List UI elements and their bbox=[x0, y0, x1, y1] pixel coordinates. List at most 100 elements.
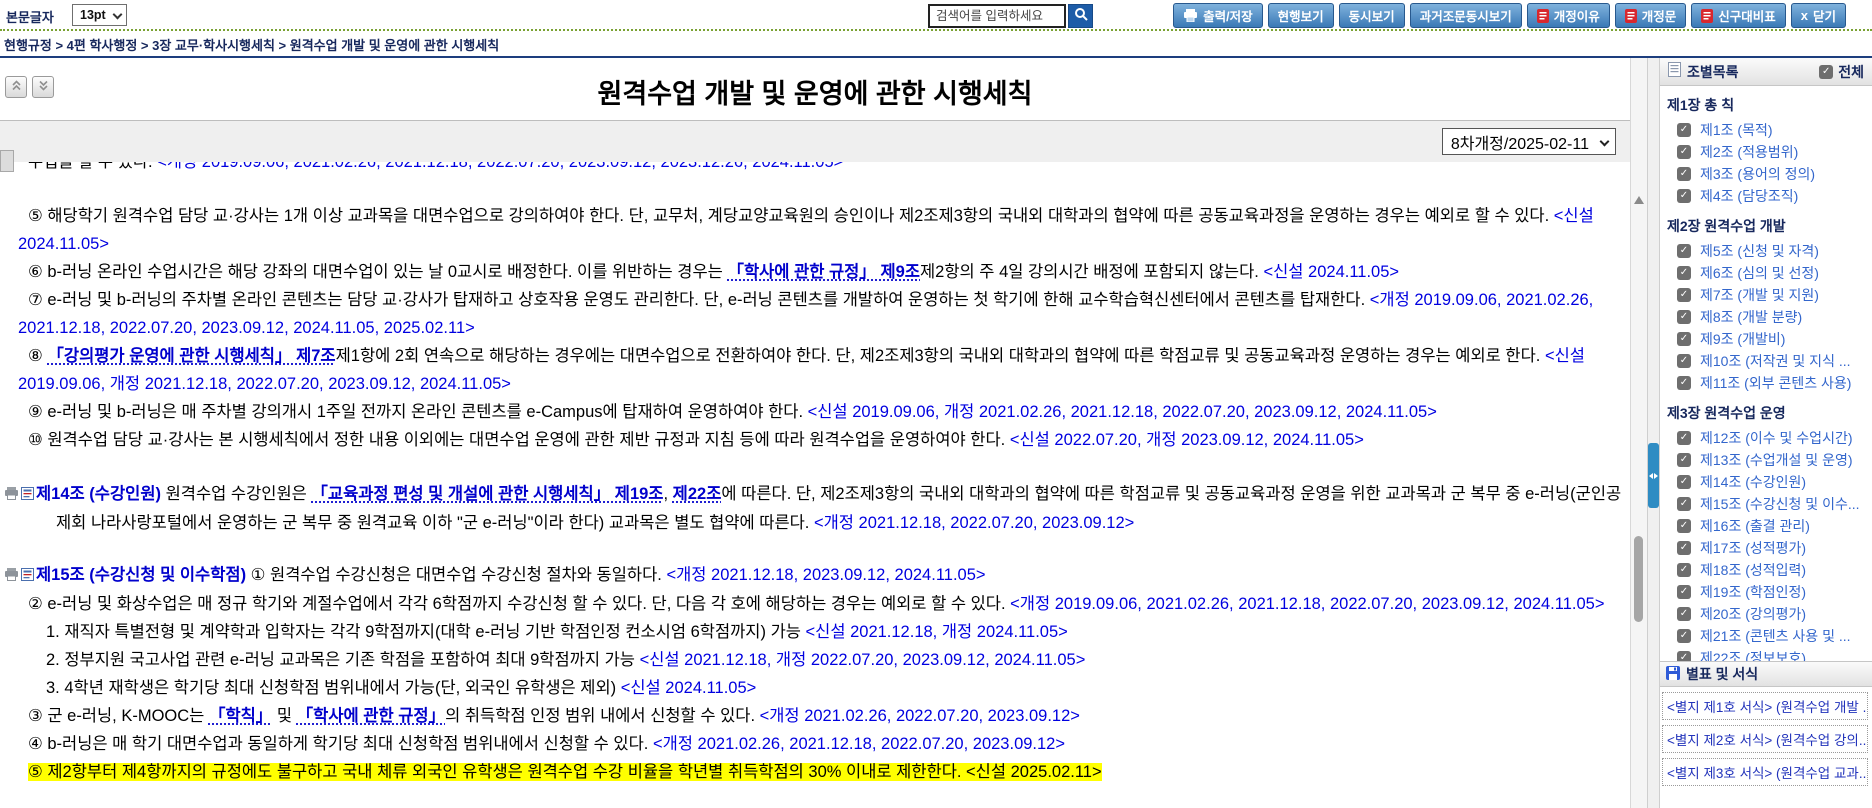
article-checkbox[interactable]: ✓ bbox=[1677, 453, 1691, 467]
form-link[interactable]: <별지 제3호 서식> (원격수업 교과... bbox=[1662, 758, 1868, 786]
article-link[interactable]: 제3조 (용어의 정의) bbox=[1700, 164, 1815, 184]
article-link[interactable]: 제16조 (출결 관리) bbox=[1700, 516, 1810, 536]
simultaneous-view-button[interactable]: 동시보기 bbox=[1339, 3, 1405, 28]
article-checkbox[interactable]: ✓ bbox=[1677, 585, 1691, 599]
revision-note: <신설 2022.07.20, 개정 2023.09.12, 2024.11.0… bbox=[1010, 431, 1364, 449]
print-save-button[interactable]: 출력/저장 bbox=[1173, 3, 1262, 28]
title-row: 원격수업 개발 및 운영에 관한 시행세칙 bbox=[0, 58, 1630, 120]
article-link[interactable]: 제20조 (강의평가) bbox=[1700, 604, 1806, 624]
article-history-icon[interactable] bbox=[21, 562, 34, 590]
paragraph-text: ⑨ e-러닝 및 b-러닝은 매 주차별 강의개시 1주일 전까지 온라인 콘텐… bbox=[28, 403, 808, 421]
article-checkbox[interactable]: ✓ bbox=[1677, 497, 1691, 511]
article-checkbox[interactable]: ✓ bbox=[1677, 475, 1691, 489]
article-checkbox[interactable]: ✓ bbox=[1677, 607, 1691, 621]
regulation-link[interactable]: 「교육과정 편성 및 개설에 관한 시행세칙」 제19조 bbox=[311, 485, 663, 503]
article-row: ✓ 제21조 (콘텐츠 사용 및 ... bbox=[1660, 625, 1872, 647]
article-print-icon[interactable] bbox=[4, 562, 19, 590]
article-link[interactable]: 제8조 (개발 분량) bbox=[1700, 307, 1802, 327]
scroll-bottom-button[interactable] bbox=[32, 76, 54, 98]
paragraph-text: ⑤ 해당학기 원격수업 담당 교·강사는 1개 이상 교과목을 대면수업으로 강… bbox=[28, 207, 1554, 225]
article-link[interactable]: 제2조 (적용범위) bbox=[1700, 142, 1798, 162]
old-new-comparison-button[interactable]: 신구대비표 bbox=[1691, 3, 1786, 28]
button-label: 출력/저장 bbox=[1203, 6, 1252, 25]
regulation-link[interactable]: 「학칙」 bbox=[209, 707, 272, 725]
article-checkbox[interactable]: ✓ bbox=[1677, 563, 1691, 577]
past-clause-view-button[interactable]: 과거조문동시보기 bbox=[1410, 3, 1522, 28]
button-label: 과거조문동시보기 bbox=[1420, 6, 1512, 25]
search-input[interactable] bbox=[928, 4, 1066, 28]
article-link[interactable]: 제7조 (개발 및 지원) bbox=[1700, 285, 1819, 305]
scrollbar-thumb[interactable] bbox=[1634, 536, 1643, 622]
article-print-icon[interactable] bbox=[4, 481, 19, 509]
content-paragraph: ⑩ 원격수업 담당 교·강사는 본 시행세칙에서 정한 내용 이외에는 대면수업… bbox=[0, 426, 1630, 454]
regulation-link[interactable]: 제22조 bbox=[673, 485, 722, 503]
article-link[interactable]: 제12조 (이수 및 수업시간) bbox=[1700, 428, 1853, 448]
article-checkbox[interactable]: ✓ bbox=[1677, 332, 1691, 346]
search-button[interactable] bbox=[1068, 4, 1093, 28]
article-link[interactable]: 제18조 (성적입력) bbox=[1700, 560, 1806, 580]
article-row: ✓ 제13조 (수업개설 및 운영) bbox=[1660, 449, 1872, 471]
article-checkbox[interactable]: ✓ bbox=[1677, 288, 1691, 302]
article-link[interactable]: 제19조 (학점인정) bbox=[1700, 582, 1806, 602]
select-all-control[interactable]: ✓ 전체 bbox=[1819, 62, 1864, 82]
article-history-icon[interactable] bbox=[21, 481, 34, 509]
form-link[interactable]: <별지 제2호 서식> (원격수업 강의... bbox=[1662, 725, 1868, 753]
regulation-link[interactable]: 「학사에 관한 규정」 bbox=[297, 707, 445, 725]
select-all-checkbox[interactable]: ✓ bbox=[1819, 65, 1833, 79]
article-link[interactable]: 제9조 (개발비) bbox=[1700, 329, 1785, 349]
article-checkbox[interactable]: ✓ bbox=[1677, 310, 1691, 324]
article-link[interactable]: 제15조 (수강신청 및 이수... bbox=[1700, 494, 1860, 514]
red-doc-icon bbox=[1701, 9, 1713, 23]
article-checkbox[interactable]: ✓ bbox=[1677, 519, 1691, 533]
article-link[interactable]: 제10조 (저작권 및 지식 ... bbox=[1700, 351, 1851, 371]
paragraph-text: 제1항에 2회 연속으로 해당하는 경우에는 대면수업으로 전환하여야 한다. … bbox=[336, 347, 1545, 365]
scroll-top-button[interactable] bbox=[5, 76, 27, 98]
article-link[interactable]: 제4조 (담당조직) bbox=[1700, 186, 1798, 206]
revision-select[interactable]: 8차개정/2025-02-11 bbox=[1442, 128, 1616, 155]
form-link[interactable]: <별지 제1호 서식> (원격수업 개발 .. bbox=[1662, 692, 1868, 720]
chapter-heading: 제1장 총 칙 bbox=[1660, 86, 1872, 119]
paragraph-text: 및 bbox=[272, 707, 296, 725]
scrollbar-up-arrow-icon[interactable] bbox=[1634, 196, 1644, 204]
article-checkbox[interactable]: ✓ bbox=[1677, 189, 1691, 203]
paragraph-text: 1. 재직자 특별전형 및 계약학과 입학자는 각각 9학점까지(대학 e-러닝… bbox=[46, 623, 806, 641]
article-link[interactable]: 제6조 (심의 및 선정) bbox=[1700, 263, 1819, 283]
article-checkbox[interactable]: ✓ bbox=[1677, 123, 1691, 137]
article-link[interactable]: 제11조 (외부 콘텐츠 사용) bbox=[1700, 373, 1851, 393]
article-checkbox[interactable]: ✓ bbox=[1677, 376, 1691, 390]
article-row: ✓ 제9조 (개발비) bbox=[1660, 328, 1872, 350]
content-scrollbar[interactable] bbox=[1630, 58, 1647, 808]
article-link[interactable]: 제5조 (신청 및 자격) bbox=[1700, 241, 1819, 261]
article-checkbox[interactable]: ✓ bbox=[1677, 145, 1691, 159]
article-link[interactable]: 제17조 (성적평가) bbox=[1700, 538, 1806, 558]
article-list: 제1장 총 칙 ✓ 제1조 (목적) ✓ 제2조 (적용범위) ✓ 제3조 (용어의 정의)… bbox=[1660, 86, 1872, 702]
body-font-label: 본문글자 bbox=[6, 7, 54, 26]
article-link[interactable]: 제13조 (수업개설 및 운영) bbox=[1700, 450, 1853, 470]
article-link[interactable]: 제14조 (수강인원) bbox=[1700, 472, 1806, 492]
revision-reason-button[interactable]: 개정이유 bbox=[1527, 3, 1610, 28]
article-checkbox[interactable]: ✓ bbox=[1677, 431, 1691, 445]
article-checkbox[interactable]: ✓ bbox=[1677, 541, 1691, 555]
content-paragraph: 1. 재직자 특별전형 및 계약학과 입학자는 각각 9학점까지(대학 e-러닝… bbox=[0, 618, 1630, 646]
article-checkbox[interactable]: ✓ bbox=[1677, 167, 1691, 181]
button-label: 현행보기 bbox=[1278, 6, 1324, 25]
revision-note: <개정 2021.12.18, 2022.07.20, 2023.09.12> bbox=[814, 514, 1134, 532]
regulation-link[interactable]: 「강의평가 운영에 관한 시행세칙」 제7조 bbox=[47, 347, 335, 365]
forms-section: 별표 및 서식 <별지 제1호 서식> (원격수업 개발 .. <별지 제2호 서… bbox=[1660, 661, 1872, 786]
splitter-handle[interactable] bbox=[1648, 443, 1659, 508]
button-label: 닫기 bbox=[1813, 6, 1836, 25]
forms-header-label: 별표 및 서식 bbox=[1686, 664, 1758, 684]
current-view-button[interactable]: 현행보기 bbox=[1268, 3, 1334, 28]
article-checkbox[interactable]: ✓ bbox=[1677, 244, 1691, 258]
revision-note: <개정 2019.09.06, 2021.02.26, 2021.12.18, … bbox=[157, 162, 843, 171]
revision-text-button[interactable]: 개정문 bbox=[1615, 3, 1687, 28]
article-link[interactable]: 제1조 (목적) bbox=[1700, 120, 1773, 140]
article-checkbox[interactable]: ✓ bbox=[1677, 266, 1691, 280]
close-button[interactable]: x닫기 bbox=[1791, 3, 1846, 28]
article-checkbox[interactable]: ✓ bbox=[1677, 629, 1691, 643]
chapter-heading: 제3장 원격수업 운영 bbox=[1660, 394, 1872, 427]
regulation-link[interactable]: 「학사에 관한 규정」 제9조 bbox=[727, 263, 920, 281]
article-checkbox[interactable]: ✓ bbox=[1677, 354, 1691, 368]
article-link[interactable]: 제21조 (콘텐츠 사용 및 ... bbox=[1700, 626, 1851, 646]
font-size-select[interactable]: 13pt bbox=[72, 4, 127, 26]
